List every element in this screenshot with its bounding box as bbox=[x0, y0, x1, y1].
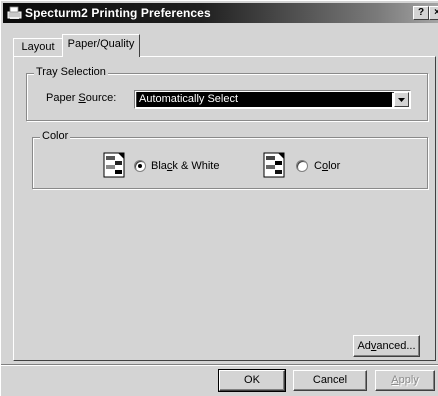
black-white-radio[interactable] bbox=[134, 160, 146, 172]
tab-layout[interactable]: Layout bbox=[13, 38, 63, 56]
apply-button[interactable]: Apply bbox=[375, 370, 435, 391]
chevron-down-icon bbox=[398, 98, 405, 102]
black-white-label[interactable]: Black & White bbox=[151, 160, 219, 172]
black-white-document-icon bbox=[103, 152, 125, 178]
printer-icon bbox=[7, 6, 22, 20]
tray-selection-group: Tray Selection Paper Source: Automatical… bbox=[26, 66, 428, 121]
dropdown-arrow-button[interactable] bbox=[394, 92, 409, 107]
paper-source-dropdown[interactable]: Automatically Select bbox=[134, 90, 411, 109]
color-option-label[interactable]: Color bbox=[314, 160, 340, 172]
tray-selection-label: Tray Selection bbox=[34, 66, 108, 78]
color-document-icon bbox=[263, 152, 285, 178]
tab-panel: Tray Selection Paper Source: Automatical… bbox=[13, 56, 436, 361]
cancel-button[interactable]: Cancel bbox=[293, 370, 367, 391]
help-button[interactable]: ? bbox=[413, 6, 429, 20]
close-button[interactable]: × bbox=[429, 6, 438, 20]
window-title: Specturm2 Printing Preferences bbox=[25, 6, 211, 20]
ok-button[interactable]: OK bbox=[218, 369, 286, 392]
tab-paper-quality[interactable]: Paper/Quality bbox=[62, 34, 140, 57]
color-group-label: Color bbox=[40, 130, 71, 142]
advanced-button[interactable]: Advanced... bbox=[353, 335, 420, 357]
paper-source-value: Automatically Select bbox=[137, 92, 392, 107]
color-group: Color Black & White Color bbox=[32, 130, 428, 189]
paper-source-label: Paper Source: bbox=[46, 92, 117, 104]
tab-layout-label: Layout bbox=[21, 41, 55, 53]
footer-separator bbox=[1, 364, 438, 366]
printing-preferences-window: Specturm2 Printing Preferences ? × Layou… bbox=[0, 0, 438, 396]
tab-paper-quality-label: Paper/Quality bbox=[67, 38, 135, 50]
color-radio[interactable] bbox=[296, 160, 308, 172]
title-bar[interactable]: Specturm2 Printing Preferences ? × bbox=[3, 3, 438, 23]
